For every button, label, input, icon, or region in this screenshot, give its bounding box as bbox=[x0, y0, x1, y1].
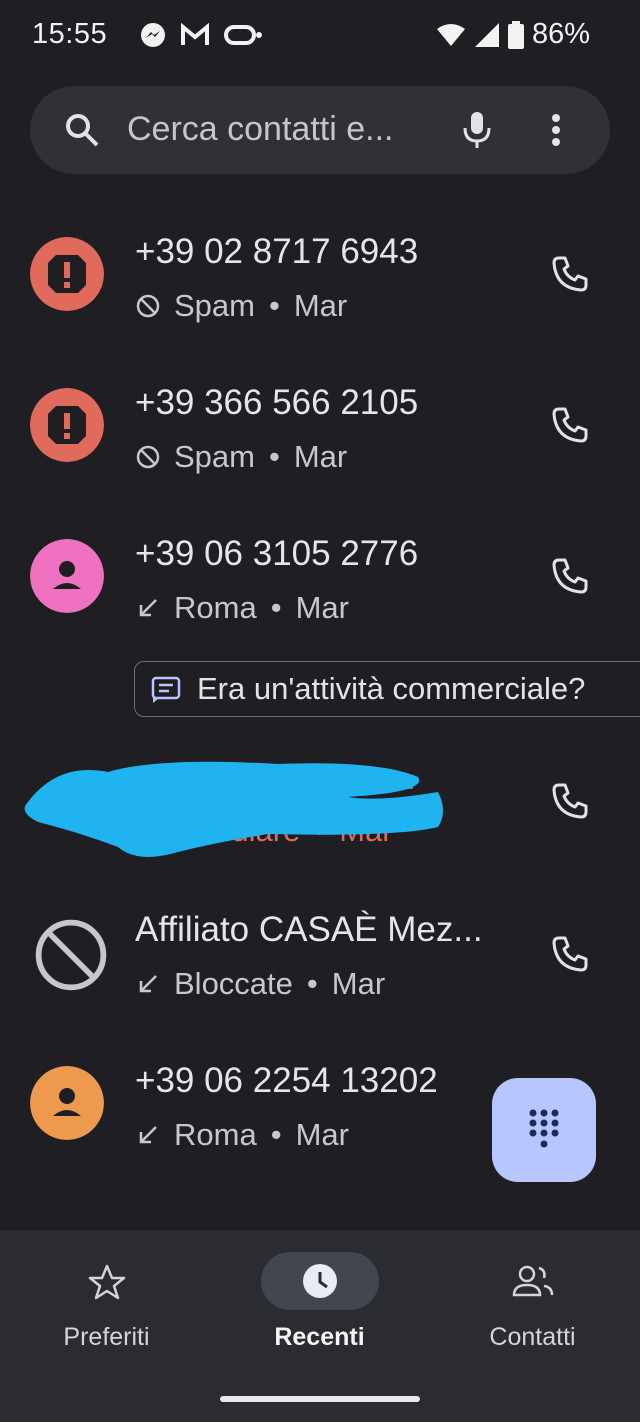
battery-icon bbox=[507, 20, 524, 49]
incoming-call-icon bbox=[139, 1126, 157, 1144]
status-time: 15:55 bbox=[32, 18, 108, 50]
caller-number: +39 02 8717 6943 bbox=[135, 232, 419, 271]
separator-dot: • bbox=[268, 439, 280, 474]
phone-icon[interactable] bbox=[550, 405, 590, 445]
phone-icon[interactable] bbox=[550, 556, 590, 596]
call-row[interactable]: Affiliato CASAÈ Mez... Bloccate • Mar bbox=[0, 878, 640, 1028]
separator-dot: • bbox=[306, 966, 318, 1001]
spam-blocked-icon bbox=[136, 294, 160, 318]
call-details: Spam • Mar bbox=[136, 439, 347, 475]
call-day: Mar bbox=[293, 439, 348, 474]
call-status: Spam bbox=[174, 439, 255, 474]
phone-icon[interactable] bbox=[550, 934, 590, 974]
nav-contacts[interactable]: Contatti bbox=[426, 1230, 639, 1380]
caller-number: +39 06 3105 2776 bbox=[135, 534, 419, 573]
call-row[interactable]: +39 366 566 2105 Spam • Mar bbox=[0, 351, 640, 501]
battery-level: 86% bbox=[531, 18, 590, 50]
nav-contacts-label: Contatti bbox=[489, 1323, 576, 1351]
caller-name: Affiliato CASAÈ Mez... bbox=[135, 910, 483, 949]
search-input[interactable]: Cerca contatti e... bbox=[127, 110, 393, 149]
nav-recents-label: Recenti bbox=[274, 1323, 365, 1351]
business-feedback-text: Era un'attività commerciale? bbox=[197, 671, 586, 706]
voicemail-icon bbox=[224, 25, 262, 45]
separator-dot: • bbox=[268, 288, 280, 323]
call-location: Roma bbox=[174, 1117, 257, 1152]
system-icons: 86% bbox=[436, 18, 590, 51]
call-status: Spam bbox=[174, 288, 255, 323]
incoming-call-icon bbox=[139, 599, 157, 617]
dialpad-button[interactable] bbox=[492, 1078, 596, 1182]
signal-icon bbox=[474, 22, 499, 47]
search-icon[interactable] bbox=[64, 112, 100, 148]
call-row[interactable]: +39 02 8717 6943 Spam • Mar bbox=[0, 200, 640, 350]
call-details: Spam • Mar bbox=[136, 288, 347, 324]
notification-icons bbox=[140, 22, 262, 48]
call-status: Bloccate bbox=[174, 966, 293, 1001]
call-location: Roma bbox=[174, 590, 257, 625]
nav-recents[interactable]: Recenti bbox=[213, 1230, 426, 1380]
spam-icon bbox=[30, 388, 104, 462]
dialpad-icon bbox=[529, 1109, 559, 1148]
call-day: Mar bbox=[295, 1117, 349, 1152]
incoming-call-icon bbox=[139, 975, 157, 993]
blocked-icon bbox=[35, 919, 107, 991]
nav-favorites[interactable]: Preferiti bbox=[0, 1230, 213, 1380]
call-details: Bloccate • Mar bbox=[136, 966, 385, 1002]
phone-icon[interactable] bbox=[550, 781, 590, 821]
messenger-icon bbox=[141, 23, 165, 47]
star-icon bbox=[88, 1264, 126, 1300]
call-details: Roma • Mar bbox=[136, 1117, 349, 1153]
gmail-icon bbox=[181, 23, 209, 45]
call-details: Roma • Mar bbox=[136, 590, 349, 626]
spam-blocked-icon bbox=[136, 445, 160, 469]
spam-icon bbox=[30, 237, 104, 311]
person-icon bbox=[30, 1066, 104, 1140]
clock-icon bbox=[303, 1264, 337, 1298]
nav-favorites-label: Preferiti bbox=[63, 1323, 150, 1351]
bottom-navigation: Preferiti Recenti Contatti bbox=[0, 1230, 640, 1422]
search-bar[interactable]: Cerca contatti e... bbox=[30, 86, 610, 174]
separator-dot: • bbox=[270, 590, 282, 625]
separator-dot: • bbox=[270, 1117, 282, 1152]
call-row[interactable]: +39 06 3105 2776 Roma • Mar bbox=[0, 502, 640, 652]
home-indicator[interactable] bbox=[220, 1396, 420, 1402]
caller-number: +39 366 566 2105 bbox=[135, 383, 419, 422]
business-feedback-icon bbox=[151, 676, 181, 703]
contacts-icon bbox=[512, 1265, 554, 1297]
business-feedback-chip[interactable]: Era un'attività commerciale? bbox=[134, 661, 640, 717]
more-options-icon[interactable] bbox=[550, 112, 562, 148]
call-day: Mar bbox=[295, 590, 349, 625]
wifi-icon bbox=[436, 23, 465, 46]
caller-number: +39 06 2254 13202 bbox=[135, 1061, 438, 1100]
phone-icon[interactable] bbox=[550, 254, 590, 294]
redaction-scribble bbox=[24, 761, 444, 857]
microphone-icon[interactable] bbox=[462, 110, 492, 150]
status-bar: 15:55 86% bbox=[0, 0, 640, 72]
person-icon bbox=[30, 539, 104, 613]
call-day: Mar bbox=[331, 966, 386, 1001]
call-day: Mar bbox=[293, 288, 348, 323]
